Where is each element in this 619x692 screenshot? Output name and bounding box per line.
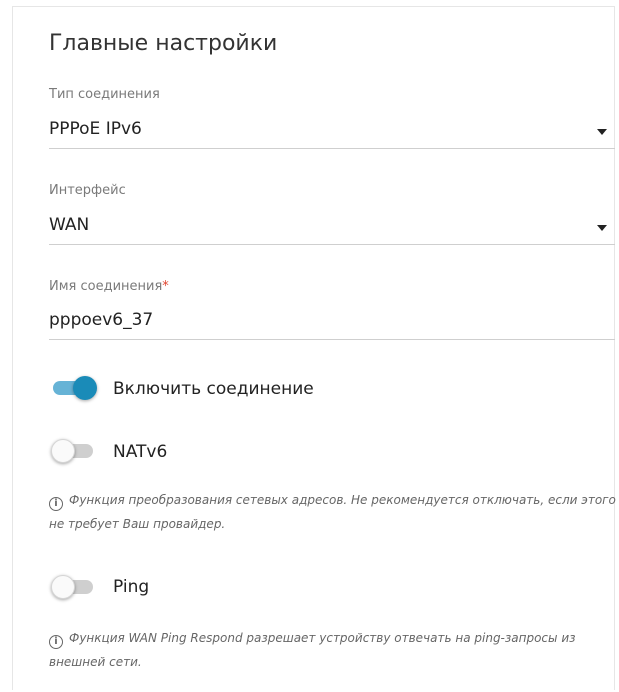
natv6-note: i Функция преобразования сетевых адресов.… xyxy=(49,488,619,536)
toggle-knob xyxy=(51,439,75,463)
ping-note: i Функция WAN Ping Respond разрешает устр… xyxy=(49,626,619,674)
required-mark: * xyxy=(162,279,169,294)
enable-connection-toggle[interactable] xyxy=(51,376,97,400)
natv6-toggle[interactable] xyxy=(51,439,97,463)
ping-toggle[interactable] xyxy=(51,575,97,599)
connection-type-value[interactable]: PPPoE IPv6 xyxy=(49,119,142,139)
connection-type-underline xyxy=(49,148,615,149)
natv6-label: NATv6 xyxy=(113,442,168,462)
enable-connection-label: Включить соединение xyxy=(113,379,314,399)
main-settings-panel: Главные настройки Тип соединения PPPoE I… xyxy=(12,6,616,690)
chevron-down-icon[interactable] xyxy=(597,225,607,231)
section-title: Главные настройки xyxy=(49,31,278,56)
interface-underline xyxy=(49,244,615,245)
connection-name-underline xyxy=(49,339,615,340)
connection-name-label-text: Имя соединения xyxy=(49,279,163,294)
toggle-knob xyxy=(51,575,75,599)
connection-name-input[interactable]: pppoev6_37 xyxy=(49,310,153,330)
chevron-down-icon[interactable] xyxy=(597,129,607,135)
interface-value[interactable]: WAN xyxy=(49,215,89,235)
info-icon: i xyxy=(49,497,63,511)
interface-label: Интерфейс xyxy=(49,183,126,198)
connection-type-label: Тип соединения xyxy=(49,87,160,102)
toggle-knob xyxy=(73,376,97,400)
ping-label: Ping xyxy=(113,577,150,597)
natv6-note-text: Функция преобразования сетевых адресов. … xyxy=(49,493,616,531)
connection-name-label: Имя соединения* xyxy=(49,279,169,294)
info-icon: i xyxy=(49,635,63,649)
ping-note-text: Функция WAN Ping Respond разрешает устро… xyxy=(49,631,576,669)
